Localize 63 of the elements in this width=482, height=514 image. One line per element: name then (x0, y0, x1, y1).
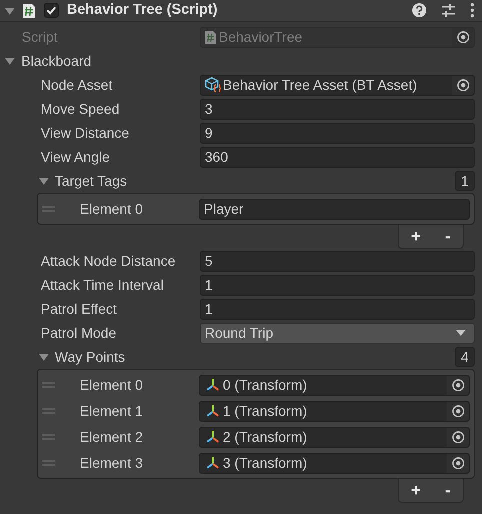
field-label: Patrol Effect (41, 300, 118, 318)
transform-axes-icon (206, 430, 220, 444)
field-label: Node Asset (41, 76, 114, 94)
expand-arrow-icon[interactable] (4, 55, 16, 67)
number-field[interactable]: 360 (200, 146, 475, 168)
number-field[interactable]: 1 (200, 298, 475, 320)
more-options-icon[interactable] (470, 3, 474, 18)
object-field[interactable]: 1 (Transform) (199, 400, 470, 422)
object-picker-icon[interactable] (456, 78, 470, 92)
object-field[interactable]: 3 (Transform) (199, 452, 470, 474)
field-label: Patrol Mode (41, 324, 118, 342)
number-field[interactable]: 5 (200, 250, 475, 272)
field-label: Script (22, 28, 59, 47)
drag-handle[interactable] (42, 434, 55, 440)
script-field: BehaviorTree (200, 26, 475, 48)
list-size-field[interactable]: 1 (455, 171, 475, 191)
remove-button[interactable]: - (440, 482, 456, 499)
add-button[interactable]: + (406, 482, 426, 499)
object-picker-icon[interactable] (452, 430, 464, 444)
element-label: Element 0 (80, 200, 144, 218)
object-picker-icon[interactable] (452, 404, 464, 418)
transform-axes-icon (206, 378, 220, 392)
number-field[interactable]: 1 (200, 274, 475, 296)
preset-sliders-icon[interactable] (440, 3, 456, 18)
object-field[interactable]: 0 (Transform) (199, 374, 470, 396)
element-label: Element 1 (80, 402, 144, 420)
add-button[interactable]: + (406, 228, 426, 245)
drag-handle[interactable] (42, 460, 55, 466)
remove-button[interactable]: - (440, 228, 456, 245)
script-file-icon (22, 2, 36, 18)
text-field[interactable]: Player (199, 198, 470, 220)
foldout-label: Way Points (54, 348, 126, 367)
transform-axes-icon (206, 404, 220, 418)
dropdown-arrow-icon (456, 329, 466, 337)
drag-handle[interactable] (42, 408, 55, 414)
object-picker-icon[interactable] (452, 378, 464, 392)
script-file-icon (205, 30, 216, 44)
drag-handle[interactable] (42, 206, 55, 212)
object-field[interactable]: Behavior Tree Asset (BT Asset) (200, 74, 475, 96)
enable-checkbox[interactable] (44, 3, 59, 18)
foldout-label: Blackboard (20, 52, 92, 70)
transform-axes-icon (206, 456, 220, 470)
asset-icon (205, 77, 221, 93)
foldout-label: Target Tags (54, 172, 128, 191)
field-label: Attack Node Distance (41, 252, 177, 270)
help-icon[interactable] (412, 3, 426, 18)
expand-arrow-icon[interactable] (38, 351, 50, 363)
element-label: Element 0 (80, 376, 144, 394)
element-label: Element 2 (80, 428, 144, 446)
field-label: Move Speed (41, 100, 121, 119)
number-field[interactable]: 3 (200, 98, 475, 120)
dropdown[interactable]: Round Trip (200, 322, 475, 344)
element-label: Element 3 (80, 454, 144, 472)
field-label: View Distance (41, 124, 130, 142)
field-label: View Angle (41, 148, 112, 167)
expand-arrow-icon[interactable] (38, 175, 50, 187)
number-field[interactable]: 9 (200, 122, 475, 144)
component-title: Behavior Tree (Script) (67, 0, 218, 20)
list-size-field[interactable]: 4 (455, 347, 475, 367)
drag-handle[interactable] (42, 382, 55, 388)
object-field[interactable]: 2 (Transform) (199, 426, 470, 448)
object-picker-icon[interactable] (452, 456, 464, 470)
field-label: Attack Time Interval (41, 276, 165, 294)
